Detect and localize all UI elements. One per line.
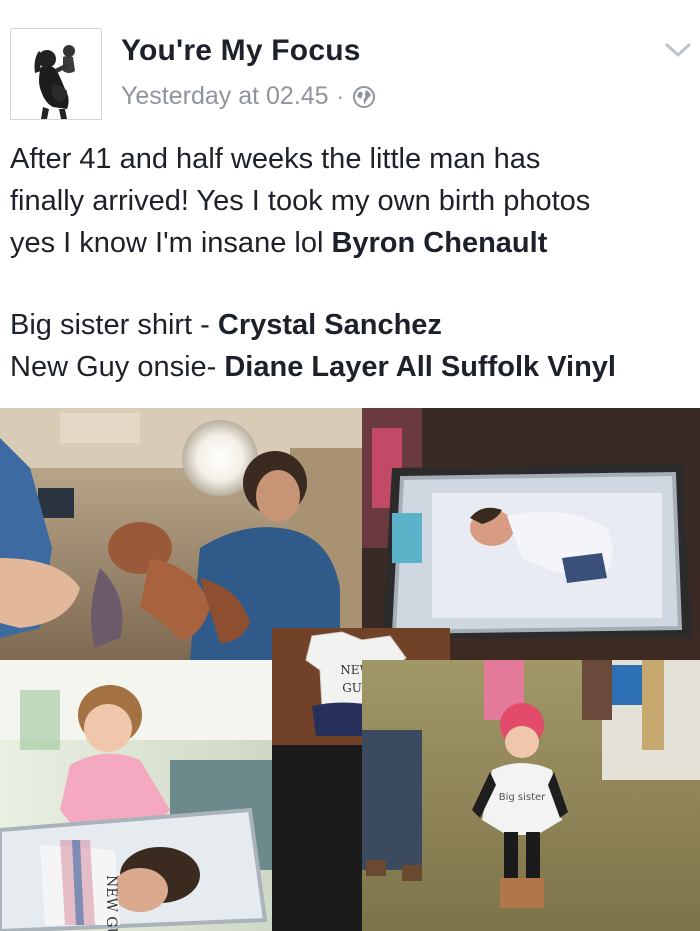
hallway-photo[interactable]: Big sister — [362, 660, 700, 931]
chevron-down-icon[interactable] — [664, 40, 692, 60]
post-text-plain: yes I know I'm insane lol — [10, 227, 332, 259]
globe-icon[interactable] — [352, 85, 376, 109]
shirt-text: Big sister — [499, 792, 546, 803]
tagged-person-link[interactable]: Byron Chenault — [331, 227, 547, 259]
tagged-page-link[interactable]: Diane Layer All Suffolk Vinyl — [224, 351, 616, 383]
page-name[interactable]: You're My Focus — [121, 34, 361, 68]
blanket-text: NEW GUY — [103, 875, 119, 931]
post-text-line: New Guy onsie- Diane Layer All Suffolk V… — [10, 346, 695, 388]
photo-collage[interactable]: NEW GUY NEW GUY Big sister — [0, 408, 700, 931]
post-text-plain: New Guy onsie- — [10, 351, 225, 383]
post-meta: Yesterday at 02.45 · — [121, 82, 376, 111]
post-text: After 41 and half weeks the little man h… — [10, 138, 695, 388]
bassinet-photo[interactable] — [362, 408, 700, 660]
delivery-room-photo[interactable] — [0, 408, 362, 660]
post-timestamp[interactable]: Yesterday at 02.45 — [121, 82, 329, 111]
post-text-plain: Big sister shirt - — [10, 309, 218, 341]
post-text-line: Big sister shirt - Crystal Sanchez — [10, 304, 695, 346]
post-text-line: finally arrived! Yes I took my own birth… — [10, 185, 591, 217]
meta-separator: · — [336, 83, 344, 109]
post-text-line: After 41 and half weeks the little man h… — [10, 143, 541, 175]
post-header: You're My Focus Yesterday at 02.45 · — [0, 0, 700, 128]
tagged-person-link[interactable]: Crystal Sanchez — [218, 309, 442, 341]
big-sister-bassinet-photo[interactable]: NEW GUY — [0, 660, 272, 931]
post-text-line: yes I know I'm insane lol Byron Chenault — [10, 222, 695, 264]
page-avatar[interactable] — [10, 28, 102, 120]
